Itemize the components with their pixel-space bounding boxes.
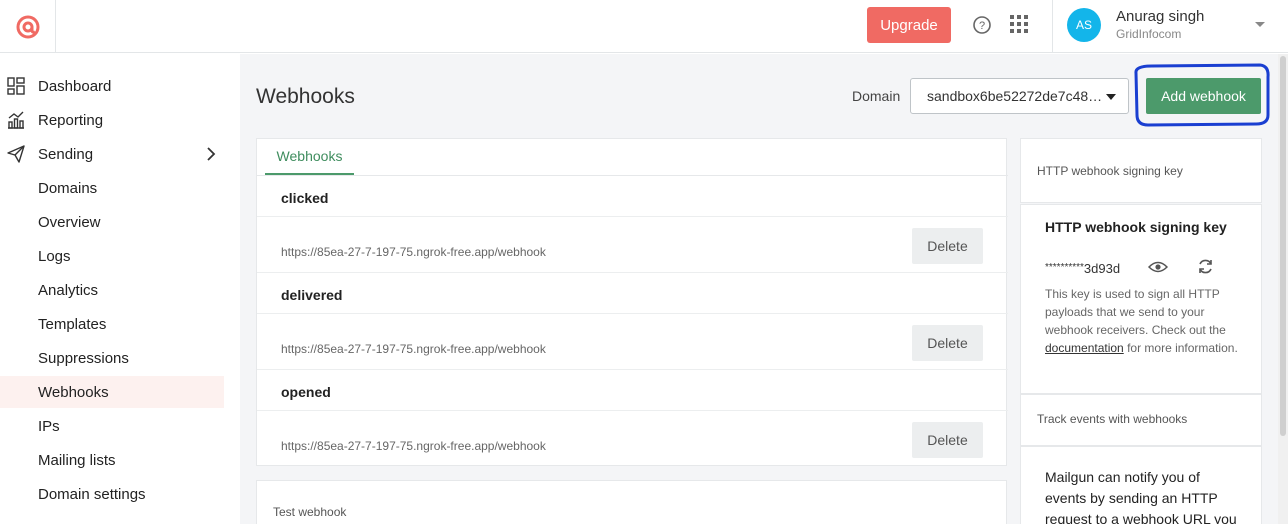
user-org: GridInfocom <box>1116 27 1182 41</box>
sidebar-item-label: Dashboard <box>38 77 112 95</box>
upgrade-button[interactable]: Upgrade <box>867 7 951 43</box>
signing-key-description: This key is used to sign all HTTP payloa… <box>1045 285 1245 357</box>
sidebar-item-label: Analytics <box>38 281 99 299</box>
sidebar-item-domain-settings[interactable]: Domain settings <box>0 478 224 510</box>
signing-key-desc-text: This key is used to sign all HTTP payloa… <box>1045 287 1226 337</box>
sidebar: Dashboard Reporting Sending Domains Over… <box>0 54 240 524</box>
tab-webhooks[interactable]: Webhooks <box>265 139 354 175</box>
webhook-event: clicked <box>281 190 329 206</box>
sidebar-item-webhooks[interactable]: Webhooks <box>0 376 224 408</box>
delete-button[interactable]: Delete <box>912 325 983 361</box>
scrollbar[interactable] <box>1278 54 1288 524</box>
sidebar-item-dashboard[interactable]: Dashboard <box>0 70 224 102</box>
webhook-url: https://85ea-27-7-197-75.ngrok-free.app/… <box>281 439 546 453</box>
sidebar-item-reporting[interactable]: Reporting <box>0 104 224 136</box>
sidebar-item-analytics[interactable]: Analytics <box>0 274 224 306</box>
sidebar-item-overview[interactable]: Overview <box>0 206 224 238</box>
webhook-event: delivered <box>281 287 343 303</box>
webhook-url: https://85ea-27-7-197-75.ngrok-free.app/… <box>281 342 546 356</box>
webhook-row: delivered https://85ea-27-7-197-75.ngrok… <box>257 273 1008 370</box>
avatar[interactable]: AS <box>1067 8 1101 42</box>
sidebar-item-domains[interactable]: Domains <box>0 172 224 204</box>
sidebar-item-label: Templates <box>38 315 107 333</box>
documentation-link[interactable]: documentation <box>1045 341 1124 355</box>
divider <box>257 216 1008 217</box>
sidebar-item-label: Reporting <box>38 111 104 129</box>
top-bar: Upgrade ? AS Anurag singh GridInfocom <box>0 0 1288 53</box>
signing-key-value: **********3d93d <box>1045 261 1120 276</box>
delete-button[interactable]: Delete <box>912 422 983 458</box>
sidebar-item-label: Mailing lists <box>38 451 116 469</box>
webhook-url: https://85ea-27-7-197-75.ngrok-free.app/… <box>281 245 546 259</box>
domain-select[interactable]: sandbox6be52272de7c48… <box>910 78 1129 114</box>
sidebar-item-label: Suppressions <box>38 349 129 367</box>
signing-key-header: HTTP webhook signing key <box>1020 138 1262 203</box>
sidebar-item-label: Logs <box>38 247 71 265</box>
svg-text:?: ? <box>979 20 985 32</box>
track-events-body: Mailgun can notify you of events by send… <box>1020 446 1262 524</box>
help-icon[interactable]: ? <box>972 15 992 35</box>
apps-grid-icon[interactable] <box>1009 14 1029 34</box>
user-name[interactable]: Anurag singh <box>1116 8 1204 25</box>
sidebar-item-label: Domains <box>38 179 98 197</box>
sidebar-item-templates[interactable]: Templates <box>0 308 224 340</box>
track-events-text: Mailgun can notify you of events by send… <box>1045 469 1237 524</box>
signing-key-body: HTTP webhook signing key **********3d93d… <box>1020 204 1262 394</box>
chevron-right-icon[interactable] <box>205 147 217 161</box>
divider <box>257 313 1008 314</box>
caret-down-icon <box>1106 94 1116 100</box>
sidebar-item-label: Webhooks <box>38 383 109 401</box>
test-webhook-title: Test webhook <box>273 505 347 519</box>
domain-select-value: sandbox6be52272de7c48… <box>927 88 1103 104</box>
mailgun-logo-icon <box>16 15 39 38</box>
sidebar-item-label: IPs <box>38 417 60 435</box>
page-title: Webhooks <box>256 85 355 108</box>
send-icon <box>7 145 25 163</box>
domain-label: Domain <box>852 88 901 104</box>
dashboard-icon <box>7 77 25 95</box>
main-content: Webhooks Domain sandbox6be52272de7c48… A… <box>240 54 1288 524</box>
webhook-row: clicked https://85ea-27-7-197-75.ngrok-f… <box>257 176 1008 273</box>
sidebar-item-sending[interactable]: Sending <box>0 138 224 170</box>
signing-key-suffix: 3d93d <box>1083 261 1121 276</box>
divider <box>1052 0 1053 53</box>
sidebar-item-suppressions[interactable]: Suppressions <box>0 342 224 374</box>
track-events-header-label: Track events with webhooks <box>1037 412 1188 426</box>
signing-key-header-label: HTTP webhook signing key <box>1037 164 1183 178</box>
sidebar-item-label: Domain settings <box>38 485 146 503</box>
test-webhook-card: Test webhook <box>256 480 1007 524</box>
sidebar-item-label: Sending <box>38 145 94 163</box>
sidebar-item-logs[interactable]: Logs <box>0 240 224 272</box>
sidebar-item-mailing-lists[interactable]: Mailing lists <box>0 444 224 476</box>
delete-button[interactable]: Delete <box>912 228 983 264</box>
logo[interactable] <box>0 0 56 53</box>
reporting-icon <box>8 111 24 129</box>
sidebar-item-ips[interactable]: IPs <box>0 410 224 442</box>
signing-key-mask: ********** <box>1045 262 1084 273</box>
signing-key-title: HTTP webhook signing key <box>1045 219 1227 235</box>
side-panel: HTTP webhook signing key HTTP webhook si… <box>1020 138 1262 524</box>
webhook-row: opened https://85ea-27-7-197-75.ngrok-fr… <box>257 370 1008 467</box>
sidebar-item-label: Overview <box>38 213 101 231</box>
refresh-icon[interactable] <box>1197 258 1214 275</box>
webhook-event: opened <box>281 384 331 400</box>
divider <box>257 410 1008 411</box>
eye-icon[interactable] <box>1148 260 1168 274</box>
add-webhook-button[interactable]: Add webhook <box>1146 78 1261 114</box>
webhooks-card: Webhooks clicked https://85ea-27-7-197-7… <box>256 138 1008 467</box>
chevron-down-icon[interactable] <box>1254 20 1266 30</box>
scrollbar-thumb[interactable] <box>1280 56 1286 436</box>
signing-key-desc-text: for more information. <box>1123 341 1238 355</box>
track-events-header: Track events with webhooks <box>1020 394 1262 446</box>
